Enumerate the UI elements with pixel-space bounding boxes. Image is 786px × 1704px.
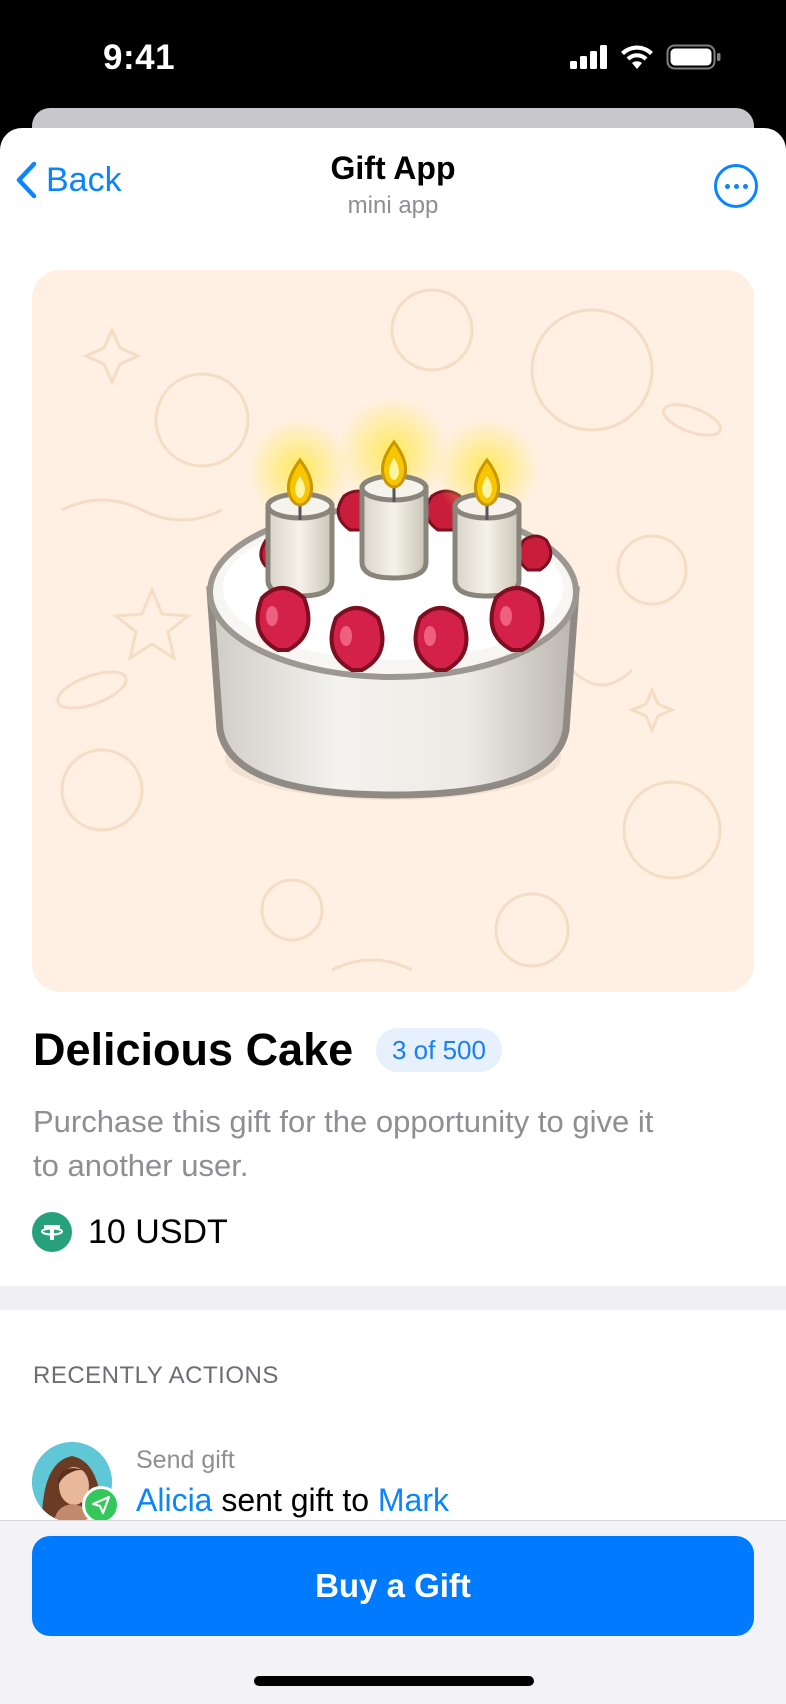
status-bar: 9:41 bbox=[0, 0, 786, 118]
gift-price: 10 USDT bbox=[32, 1212, 228, 1252]
page-subtitle: mini app bbox=[347, 192, 439, 219]
navigation-bar: Back Gift App mini app bbox=[0, 128, 786, 238]
recent-actions-header: RECENTLY ACTIONS bbox=[33, 1362, 279, 1389]
more-dot-icon bbox=[724, 183, 730, 189]
more-options-button[interactable] bbox=[714, 164, 758, 208]
availability-badge: 3 of 500 bbox=[376, 1028, 502, 1072]
wifi-icon bbox=[621, 45, 653, 69]
status-icons bbox=[570, 44, 722, 70]
cellular-signal-icon bbox=[570, 45, 607, 69]
sender-link[interactable]: Alicia bbox=[136, 1482, 212, 1518]
list-item[interactable]: Send gift Alicia sent gift to Mark bbox=[32, 1442, 754, 1532]
home-indicator bbox=[254, 1676, 534, 1686]
more-dot-icon bbox=[733, 183, 739, 189]
more-dot-icon bbox=[742, 183, 748, 189]
gift-description: Purchase this gift for the opportunity t… bbox=[33, 1104, 654, 1183]
cake-illustration bbox=[56, 288, 722, 972]
buy-gift-button[interactable]: Buy a Gift bbox=[32, 1536, 754, 1636]
section-divider bbox=[0, 1286, 786, 1310]
page-title: Gift App bbox=[330, 150, 456, 186]
gift-image bbox=[32, 270, 754, 992]
recipient-link[interactable]: Mark bbox=[378, 1482, 449, 1518]
mini-app-sheet: Back Gift App mini app Delicious Cake 3 … bbox=[0, 128, 786, 1704]
send-gift-icon bbox=[82, 1486, 120, 1524]
gift-title: Delicious Cake bbox=[33, 1024, 354, 1075]
action-type-label: Send gift bbox=[136, 1446, 235, 1474]
action-middle-text: sent gift to bbox=[212, 1482, 378, 1518]
price-label: 10 USDT bbox=[88, 1212, 228, 1251]
battery-icon bbox=[666, 44, 721, 70]
usdt-icon bbox=[32, 1212, 72, 1252]
action-description: Alicia sent gift to Mark bbox=[136, 1482, 449, 1519]
status-time: 9:41 bbox=[103, 38, 176, 77]
